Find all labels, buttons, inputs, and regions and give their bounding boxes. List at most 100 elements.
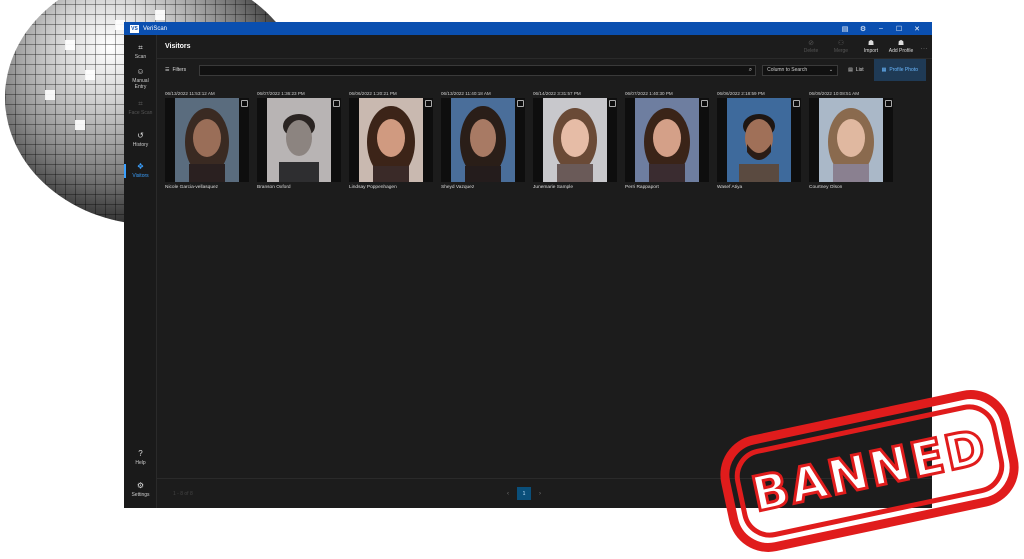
visitor-date: 06/13/2022 11:53:12 AM — [165, 91, 215, 96]
face-image — [267, 98, 331, 182]
visitor-name: Junemarie Sample — [533, 185, 573, 190]
visitor-name: Perri Rappaport — [625, 185, 659, 190]
visitor-card[interactable]: 06/06/2022 2:18:59 PM Wasef Atiya — [717, 91, 801, 190]
visitor-card[interactable]: 06/14/2022 3:31:57 PM Junemarie Sample — [533, 91, 617, 190]
visitor-card[interactable]: 06/13/2022 11:40:18 AM Sheyd Vazquez — [441, 91, 525, 190]
visitor-photo[interactable] — [349, 98, 433, 182]
minimize-button[interactable]: – — [872, 25, 890, 32]
merge-label: Merge — [833, 48, 849, 54]
close-button[interactable]: ✕ — [908, 25, 926, 33]
column-to-search-select[interactable]: Column to Search ⌄ — [762, 64, 839, 76]
more-options-button[interactable]: … — [916, 42, 932, 51]
visitor-card[interactable]: 06/06/2022 1:20:21 PM Lindsay Poppenhage… — [349, 91, 433, 190]
select-checkbox[interactable] — [793, 100, 800, 107]
sidebar: ⌗ Scan ☺ Manual Entry ⌗ Face Scan ↺ Hist… — [124, 35, 157, 508]
select-checkbox[interactable] — [425, 100, 432, 107]
profile-photo-view-button[interactable]: ▦ Profile Photo — [873, 59, 926, 81]
sidebar-item-help[interactable]: ? Help — [124, 449, 157, 466]
visitors-icon: ❖ — [136, 162, 145, 171]
merge-button[interactable]: ⚇ Merge — [826, 39, 856, 54]
sidebar-item-label: Face Scan — [128, 110, 153, 116]
sidebar-item-manual-entry[interactable]: ☺ Manual Entry — [124, 67, 157, 90]
visitor-photo[interactable] — [533, 98, 617, 182]
toolbar: ☰ Filters ⌕ Column to Search ⌄ ▤ List ▦ … — [157, 59, 932, 81]
prev-page-button[interactable]: ‹ — [507, 491, 509, 497]
layout-icon[interactable]: ▤ — [836, 25, 854, 33]
next-page-button[interactable]: › — [539, 491, 541, 497]
page-button-1[interactable]: 1 — [517, 487, 531, 500]
visitor-photo[interactable] — [809, 98, 893, 182]
select-checkbox[interactable] — [333, 100, 340, 107]
pagination: ‹ 1 › — [507, 487, 541, 500]
help-icon: ? — [138, 449, 143, 458]
sidebar-item-scan[interactable]: ⌗ Scan — [124, 43, 157, 60]
visitor-card[interactable]: 06/09/2022 10:08:51 AM Courtney Olson — [809, 91, 893, 190]
select-checkbox[interactable] — [517, 100, 524, 107]
result-range: 1 - 8 of 8 — [173, 490, 193, 497]
visitor-card[interactable]: 06/07/2022 1:40:30 PM Perri Rappaport — [625, 91, 709, 190]
search-icon[interactable]: ⌕ — [749, 67, 752, 74]
filter-icon: ☰ — [165, 67, 170, 73]
merge-icon: ⚇ — [837, 40, 845, 47]
search-input[interactable] — [200, 65, 756, 75]
select-checkbox[interactable] — [701, 100, 708, 107]
visitor-photo[interactable] — [717, 98, 801, 182]
visitor-date: 06/13/2022 11:40:18 AM — [441, 91, 491, 96]
visitor-card[interactable]: 06/07/2022 1:36:23 PM Branson Oxford — [257, 91, 341, 190]
face-image — [635, 98, 699, 182]
filters-button[interactable]: ☰ Filters — [165, 67, 195, 73]
face-image — [359, 98, 423, 182]
list-icon: ▤ — [848, 67, 853, 73]
chevron-down-icon: ⌄ — [828, 67, 834, 73]
manual-entry-icon: ☺ — [136, 67, 145, 76]
settings-icon: ⚙ — [136, 481, 145, 490]
visitor-card[interactable]: 06/13/2022 11:53:12 AM Nicole Garcia-vel… — [165, 91, 249, 190]
page-header: Visitors ⊘ Delete ⚇ Merge ☗ Import ☗ Add… — [157, 35, 932, 59]
visitor-photo[interactable] — [625, 98, 709, 182]
visitor-photo[interactable] — [257, 98, 341, 182]
delete-icon: ⊘ — [808, 40, 814, 47]
sidebar-item-visitors[interactable]: ❖ Visitors — [124, 162, 157, 179]
visitor-grid: 06/13/2022 11:53:12 AM Nicole Garcia-vel… — [165, 91, 893, 190]
sidebar-item-history[interactable]: ↺ History — [124, 131, 157, 148]
maximize-button[interactable]: ☐ — [890, 25, 908, 33]
filters-label: Filters — [172, 67, 187, 73]
visitor-name: Branson Oxford — [257, 185, 291, 190]
visitor-name: Sheyd Vazquez — [441, 185, 475, 190]
add-profile-label: Add Profile — [888, 48, 914, 54]
face-image — [819, 98, 883, 182]
visitor-date: 06/07/2022 1:36:23 PM — [257, 91, 305, 96]
page-title: Visitors — [165, 43, 191, 50]
select-checkbox[interactable] — [241, 100, 248, 107]
visitor-photo[interactable] — [441, 98, 525, 182]
sidebar-item-label: Scan — [134, 54, 147, 60]
sidebar-item-settings[interactable]: ⚙ Settings — [124, 481, 157, 498]
grid-icon: ▦ — [881, 67, 887, 73]
sidebar-item-face-scan[interactable]: ⌗ Face Scan — [124, 99, 157, 116]
sidebar-item-label: History — [132, 142, 149, 148]
visitor-photo[interactable] — [165, 98, 249, 182]
select-checkbox[interactable] — [885, 100, 892, 107]
list-view-button[interactable]: ▤ List — [842, 63, 870, 77]
visitor-date: 06/06/2022 2:18:59 PM — [717, 91, 765, 96]
sidebar-item-label: Help — [135, 460, 146, 466]
face-image — [543, 98, 607, 182]
visitor-date: 06/14/2022 3:31:57 PM — [533, 91, 581, 96]
title-bar: VS VeriScan ▤ ⚙ – ☐ ✕ — [124, 22, 932, 35]
face-image — [451, 98, 515, 182]
sidebar-item-label: Visitors — [132, 173, 149, 179]
scan-icon: ⌗ — [138, 43, 143, 52]
title-settings-icon[interactable]: ⚙ — [854, 25, 872, 33]
visitor-date: 06/06/2022 1:20:21 PM — [349, 91, 397, 96]
import-label: Import — [863, 48, 879, 54]
history-icon: ↺ — [137, 131, 144, 140]
select-checkbox[interactable] — [609, 100, 616, 107]
app-logo-icon: VS — [130, 24, 139, 33]
visitor-name: Courtney Olson — [809, 185, 843, 190]
add-profile-button[interactable]: ☗ Add Profile — [886, 39, 916, 54]
face-scan-icon: ⌗ — [138, 99, 143, 108]
import-button[interactable]: ☗ Import — [856, 39, 886, 54]
face-image — [175, 98, 239, 182]
profile-photo-label: Profile Photo — [889, 67, 918, 73]
delete-button[interactable]: ⊘ Delete — [796, 39, 826, 54]
